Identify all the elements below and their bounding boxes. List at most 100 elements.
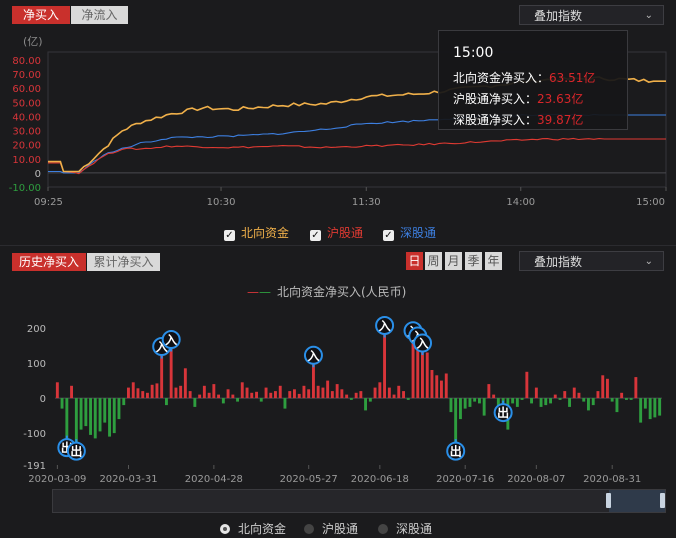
check-icon: ✓ <box>383 230 394 241</box>
bar <box>349 398 353 400</box>
radio-sz-label: 深股通 <box>396 522 433 536</box>
bar <box>207 392 211 399</box>
bar <box>316 385 320 399</box>
period-week[interactable]: 周 <box>425 252 442 270</box>
bar <box>591 398 595 406</box>
y-tick-label: 70.00 <box>12 70 41 81</box>
radio-sh[interactable]: 沪股通 <box>304 520 358 537</box>
period-day[interactable]: 日 <box>406 252 423 270</box>
legend-sz-label: 深股通 <box>400 226 437 240</box>
bar <box>103 398 107 423</box>
y-tick-label: 40.00 <box>12 112 41 123</box>
bar <box>269 392 273 399</box>
x-tick-label: 2020-03-09 <box>28 474 86 485</box>
bar <box>179 385 183 399</box>
tab-net-inflow[interactable]: 净流入 <box>71 6 128 24</box>
radio-sz[interactable]: 深股通 <box>378 520 432 537</box>
marker-label: 入 <box>165 333 177 347</box>
bar <box>70 385 73 399</box>
tooltip-value: 63.51亿 <box>549 71 596 85</box>
bar <box>643 398 647 409</box>
chevron-down-icon: ⌄ <box>644 10 653 21</box>
bar <box>449 398 453 413</box>
range-selection[interactable] <box>609 490 665 512</box>
bar <box>231 394 235 399</box>
bar <box>354 392 358 399</box>
bar <box>658 398 662 416</box>
radio-sh-label: 沪股通 <box>322 522 359 536</box>
bar <box>359 391 363 399</box>
range-handle-left[interactable] <box>606 493 611 508</box>
period-month[interactable]: 月 <box>445 252 462 270</box>
bar <box>155 383 159 399</box>
marker-label: 出 <box>450 444 462 459</box>
marker-label: 入 <box>379 319 391 333</box>
section-divider <box>0 245 676 246</box>
tooltip: 15:00 北向资金净买入：63.51亿 沪股通净买入：23.63亿 深股通净买… <box>438 30 628 130</box>
overlay-index-select[interactable]: 叠加指数 ⌄ <box>519 5 664 25</box>
x-tick-label: 2020-04-28 <box>185 474 243 485</box>
bar <box>610 398 614 402</box>
bar <box>430 370 434 398</box>
date-range-slider[interactable] <box>52 489 666 513</box>
legend-sh[interactable]: ✓ 沪股通 <box>310 224 363 241</box>
y-tick-label: 60.00 <box>12 84 41 95</box>
bar <box>117 398 121 420</box>
bar <box>473 398 477 402</box>
radio-north[interactable]: 北向资金 <box>220 520 286 537</box>
bar <box>321 387 325 399</box>
bar <box>397 385 401 399</box>
bar <box>378 382 382 399</box>
bar <box>221 398 225 404</box>
bar <box>131 382 135 399</box>
range-handle-right[interactable] <box>660 493 665 508</box>
bar <box>653 398 657 418</box>
bar <box>402 391 405 399</box>
bar-legend-label: 北向资金净买入(人民币) <box>277 285 407 299</box>
bar <box>525 371 529 399</box>
bar <box>108 398 111 437</box>
bar <box>615 398 619 413</box>
bottom-overlay-index-select[interactable]: 叠加指数 ⌄ <box>519 251 664 271</box>
legend-north[interactable]: ✓ 北向资金 <box>224 224 289 241</box>
bar <box>293 389 296 399</box>
radio-unselected-icon <box>304 524 314 534</box>
check-icon: ✓ <box>310 230 321 241</box>
tab-cumulative-net-buy[interactable]: 累计净买入 <box>87 253 160 271</box>
radio-unselected-icon <box>378 524 388 534</box>
bar <box>625 398 628 400</box>
bar <box>150 384 154 399</box>
y-tick-label: 200 <box>27 324 46 335</box>
x-tick-label: 2020-03-31 <box>99 474 157 485</box>
y-tick-label: 30.00 <box>12 127 41 138</box>
bar <box>165 398 168 406</box>
bar <box>226 389 230 399</box>
x-tick-label: 14:00 <box>506 197 535 208</box>
tab-history-net-buy[interactable]: 历史净买入 <box>12 253 86 271</box>
bar <box>463 398 467 409</box>
bar <box>255 391 258 399</box>
bar <box>544 398 548 406</box>
tooltip-row-sz: 深股通净买入：39.87亿 <box>453 111 583 128</box>
bar <box>534 387 538 399</box>
x-tick-label: 2020-07-16 <box>436 474 494 485</box>
period-quarter[interactable]: 季 <box>465 252 482 270</box>
bar <box>549 398 552 404</box>
overlay-index-label: 叠加指数 <box>534 9 583 23</box>
chevron-down-icon: ⌄ <box>644 256 653 267</box>
legend-sz[interactable]: ✓ 深股通 <box>383 224 436 241</box>
bar <box>212 384 216 399</box>
bar <box>530 398 533 404</box>
bar <box>217 394 220 399</box>
bar <box>198 394 202 399</box>
y-tick-label: 0 <box>40 394 46 405</box>
bar <box>278 385 282 399</box>
bar-legend: —— 北向资金净买入(人民币) <box>247 283 406 300</box>
bar <box>553 394 557 399</box>
bar <box>620 392 624 399</box>
bar <box>629 398 633 400</box>
bar <box>307 389 311 399</box>
period-year[interactable]: 年 <box>485 252 502 270</box>
bar <box>89 398 92 435</box>
tab-net-buy[interactable]: 净买入 <box>12 6 70 24</box>
